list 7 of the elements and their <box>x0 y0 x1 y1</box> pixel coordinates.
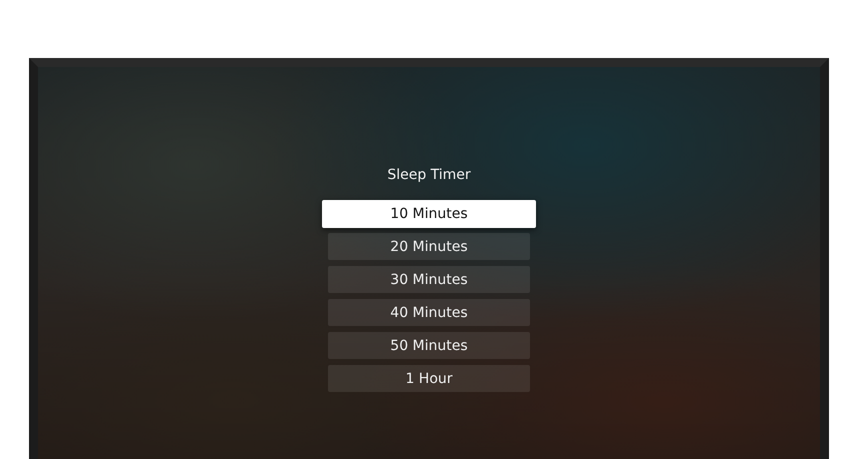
timer-option[interactable]: 10 Minutes <box>322 200 536 228</box>
menu-title: Sleep Timer <box>387 166 471 185</box>
timer-option[interactable]: 1 Hour <box>328 365 530 392</box>
timer-option[interactable]: 40 Minutes <box>328 299 530 326</box>
timer-option[interactable]: 20 Minutes <box>328 233 530 260</box>
timer-option[interactable]: 50 Minutes <box>328 332 530 359</box>
timer-option[interactable]: 30 Minutes <box>328 266 530 293</box>
